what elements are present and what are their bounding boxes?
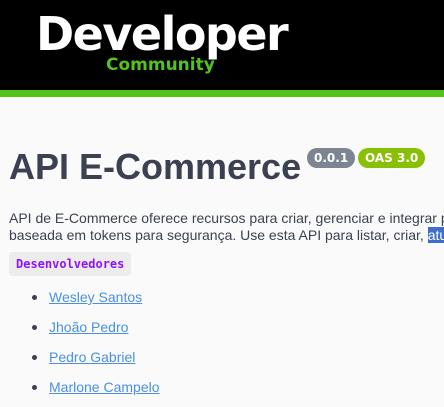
list-item: Pedro Gabriel xyxy=(0,342,300,372)
api-title: API E-Commerce xyxy=(9,146,302,187)
list-item: Wesley Santos xyxy=(0,282,300,312)
developer-link[interactable]: Wesley Santos xyxy=(49,282,142,312)
description-line-1: API de E-Commerce oferece recursos para … xyxy=(9,210,444,226)
api-description: API de E-Commerce oferece recursos para … xyxy=(9,210,444,244)
bullet-icon xyxy=(32,385,37,390)
list-item: Jhoão Pedro xyxy=(0,312,300,342)
developer-link[interactable]: Marlone Campelo xyxy=(49,372,160,402)
bullet-icon xyxy=(32,325,37,330)
oas-badge: OAS 3.0 xyxy=(358,148,426,168)
developers-label: Desenvolvedores xyxy=(9,252,132,276)
description-line-2: baseada em tokens para segurança. Use es… xyxy=(9,227,444,244)
logo-community-text: Community xyxy=(106,55,215,75)
bullet-icon xyxy=(32,295,37,300)
bullet-icon xyxy=(32,355,37,360)
description-line-2-text: baseada em tokens para segurança. Use es… xyxy=(9,227,428,243)
top-bar-accent-stripe xyxy=(0,90,444,97)
developer-link[interactable]: Pedro Gabriel xyxy=(49,342,135,372)
version-badge: 0.0.1 xyxy=(307,148,356,168)
list-item: Marlone Campelo xyxy=(0,372,300,402)
top-bar: Developer Community xyxy=(0,0,444,90)
developer-link[interactable]: Jhoão Pedro xyxy=(49,312,128,342)
selected-text: atu xyxy=(427,227,444,243)
